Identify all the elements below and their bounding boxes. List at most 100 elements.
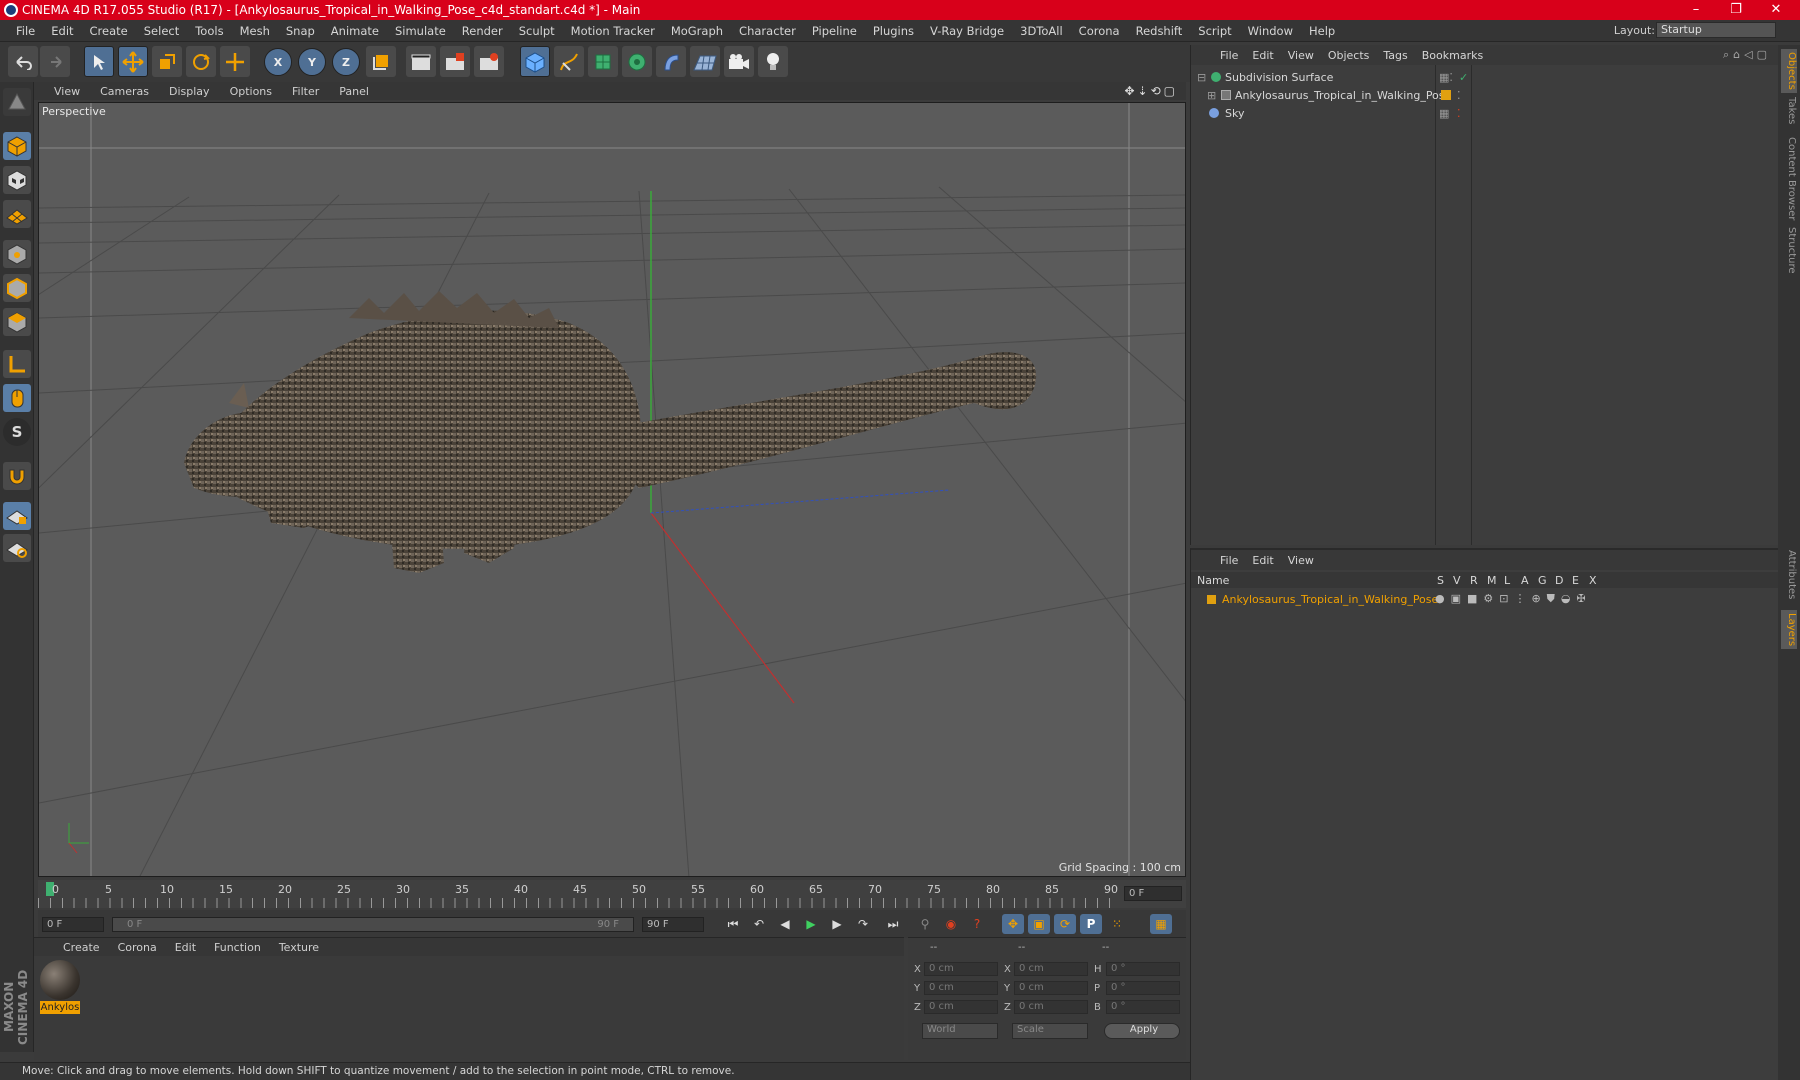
size-y-field[interactable]: 0 cm (1014, 981, 1088, 995)
menu-snap[interactable]: Snap (278, 24, 323, 38)
layer-color-icon[interactable] (1441, 90, 1451, 100)
cloner-button[interactable] (622, 46, 652, 77)
menu-help[interactable]: Help (1301, 24, 1343, 38)
menu-tools[interactable]: Tools (187, 24, 231, 38)
end-frame-field[interactable]: 90 F (642, 917, 704, 932)
size-z-field[interactable]: 0 cm (1014, 1000, 1088, 1014)
key-rotation-button[interactable]: ⟳ (1054, 914, 1076, 934)
render-settings-button[interactable] (474, 46, 504, 77)
current-frame-field[interactable]: 0 F (1124, 886, 1182, 901)
light-button[interactable] (758, 46, 788, 77)
pos-z-field[interactable]: 0 cm (924, 1000, 998, 1014)
menu-simulate[interactable]: Simulate (387, 24, 454, 38)
keyframe-button[interactable]: ⚲ (914, 914, 936, 934)
tab-structure[interactable]: Structure (1781, 227, 1797, 274)
viewport-menu-filter[interactable]: Filter (282, 85, 329, 98)
workplane-mode-button[interactable] (3, 200, 31, 228)
x-axis-button[interactable]: X (264, 48, 292, 76)
key-parameter-button[interactable]: P (1080, 914, 1102, 934)
polygons-mode-button[interactable] (3, 308, 31, 336)
live-selection-button[interactable] (84, 46, 114, 77)
rot-h-field[interactable]: 0 ° (1106, 962, 1180, 976)
next-key-button[interactable]: ↷ (852, 914, 874, 934)
3d-viewport[interactable]: Perspective Grid Spacing : 100 cm (38, 102, 1186, 877)
objects-menu-bookmarks[interactable]: Bookmarks (1415, 49, 1490, 62)
tab-attributes[interactable]: Attributes (1781, 550, 1797, 599)
planar-workplane-button[interactable] (3, 534, 31, 562)
edges-mode-button[interactable] (3, 274, 31, 302)
col-solo[interactable]: S (1437, 574, 1444, 587)
layer-name-header[interactable]: Name (1197, 574, 1229, 587)
camera-button[interactable] (724, 46, 754, 77)
locked-workplane-button[interactable] (3, 502, 31, 530)
object-name[interactable]: Sky (1225, 107, 1244, 120)
maximize-button[interactable]: ❐ (1716, 0, 1756, 20)
col-deformers[interactable]: D (1555, 574, 1563, 587)
object-manager-search-icons[interactable]: ⌕⌂◁▢ (1723, 48, 1771, 62)
menu-3dtoall[interactable]: 3DToAll (1012, 24, 1071, 38)
object-name[interactable]: Subdivision Surface (1225, 71, 1333, 84)
object-row-sky[interactable]: Sky ▦ ⁚ (1191, 104, 1779, 122)
col-animation[interactable]: A (1521, 574, 1529, 587)
tab-takes[interactable]: Takes (1781, 97, 1797, 124)
tab-objects[interactable]: Objects (1781, 49, 1797, 93)
close-button[interactable]: ✕ (1756, 0, 1796, 20)
menu-create[interactable]: Create (82, 24, 136, 38)
menu-mesh[interactable]: Mesh (232, 24, 278, 38)
menu-animate[interactable]: Animate (323, 24, 387, 38)
key-position-button[interactable]: ✥ (1002, 914, 1024, 934)
menu-character[interactable]: Character (731, 24, 804, 38)
object-name[interactable]: Ankylosaurus_Tropical_in_Walking_Pose (1235, 89, 1451, 102)
menu-window[interactable]: Window (1240, 24, 1301, 38)
goto-end-button[interactable]: ⏭ (882, 914, 904, 934)
viewport-nav-icons[interactable]: ✥⇣⟲▢ (1124, 84, 1178, 98)
deformer-button[interactable] (656, 46, 686, 77)
material-menu-texture[interactable]: Texture (270, 941, 328, 954)
scale-tool-button[interactable] (152, 46, 182, 77)
col-visible[interactable]: V (1453, 574, 1461, 587)
timeline-window-button[interactable]: ▦ (1150, 914, 1172, 934)
visibility-dots-icon[interactable]: ▦⁚ (1439, 71, 1453, 84)
menu-motion-tracker[interactable]: Motion Tracker (563, 24, 663, 38)
viewport-menu-display[interactable]: Display (159, 85, 220, 98)
tab-layers[interactable]: Layers (1781, 610, 1797, 650)
col-expressions[interactable]: E (1572, 574, 1579, 587)
objects-menu-view[interactable]: View (1281, 49, 1321, 62)
pos-x-field[interactable]: 0 cm (924, 962, 998, 976)
objects-menu-file[interactable]: File (1213, 49, 1245, 62)
layer-color-icon[interactable] (1207, 594, 1216, 604)
layers-menu-edit[interactable]: Edit (1245, 554, 1280, 567)
menu-select[interactable]: Select (136, 24, 187, 38)
menu-sculpt[interactable]: Sculpt (511, 24, 563, 38)
object-row-subdivision-surface[interactable]: ⊟ Subdivision Surface ▦⁚ ✓ (1191, 68, 1779, 86)
render-picture-viewer-button[interactable] (440, 46, 470, 77)
rotate-tool-button[interactable] (186, 46, 216, 77)
disabled-dots-icon[interactable]: ⁚ (1457, 107, 1461, 120)
layer-name[interactable]: Ankylosaurus_Tropical_in_Walking_Pose (1222, 593, 1438, 606)
timeline-ruler[interactable]: 0 5 10 15 20 25 30 35 40 45 50 55 60 65 … (38, 880, 1186, 908)
viewport-menu-view[interactable]: View (44, 85, 90, 98)
objects-menu-tags[interactable]: Tags (1376, 49, 1414, 62)
menu-render[interactable]: Render (454, 24, 511, 38)
visibility-dots-icon[interactable]: ▦ (1439, 107, 1449, 120)
record-button[interactable]: ◉ (940, 914, 962, 934)
layer-toggle-icons[interactable]: ●▣■⚙⊡⋮⊕⛊◒✠ (1435, 592, 1592, 606)
col-generators[interactable]: G (1538, 574, 1547, 587)
model-mode-button[interactable] (3, 132, 31, 160)
start-frame-field[interactable]: 0 F (42, 917, 104, 932)
layers-menu-view[interactable]: View (1281, 554, 1321, 567)
axis-mode-button[interactable] (3, 350, 31, 378)
z-axis-button[interactable]: Z (332, 48, 360, 76)
auto-key-button[interactable]: ? (966, 914, 988, 934)
solo-mode-button[interactable]: S (3, 418, 31, 446)
menu-mograph[interactable]: MoGraph (663, 24, 731, 38)
menu-script[interactable]: Script (1190, 24, 1239, 38)
pen-spline-button[interactable] (554, 46, 584, 77)
minimize-button[interactable]: – (1676, 0, 1716, 20)
material-swatch[interactable]: Ankylos (40, 960, 80, 1016)
material-menu-function[interactable]: Function (205, 941, 270, 954)
transform-tool-button[interactable] (220, 46, 250, 77)
subdivision-surface-button[interactable] (588, 46, 618, 77)
col-manager[interactable]: M (1487, 574, 1497, 587)
tab-content-browser[interactable]: Content Browser (1781, 137, 1797, 220)
